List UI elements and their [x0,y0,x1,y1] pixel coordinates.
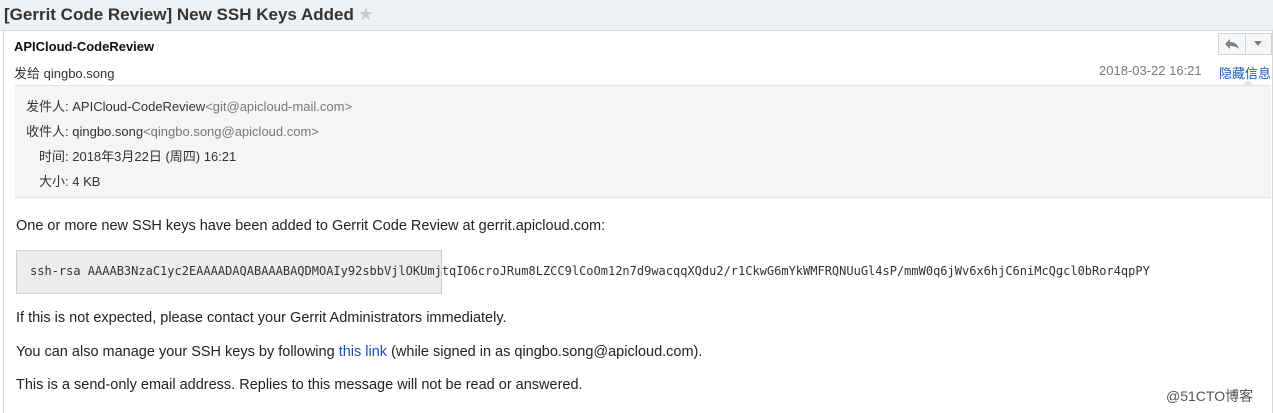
not-expected-paragraph: If this is not expected, please contact … [16,310,507,326]
size-label: 大小: [39,174,73,189]
ssh-key-text: ssh-rsa AAAAB3NzaC1yc2EAAAADAQABAAABAQDM… [30,264,1150,278]
size-row: 大小: 4 KB [39,171,100,190]
time-value: 2018年3月22日 (周四) 16:21 [72,149,237,164]
sent-datetime: 2018-03-22 16:21 [1099,63,1202,78]
message-toolbar [1218,33,1272,55]
reply-icon[interactable] [1219,34,1245,54]
star-icon[interactable]: ★ [358,4,374,24]
send-only-paragraph: This is a send-only email address. Repli… [16,377,583,393]
from-address: <git@apicloud-mail.com> [205,99,353,114]
to-address: <qingbo.song@apicloud.com> [143,124,319,139]
to-row: 收件人: qingbo.song<qingbo.song@apicloud.co… [26,121,319,140]
manage-suffix: (while signed in as qingbo.song@apicloud… [387,344,703,360]
manage-keys-link[interactable]: this link [339,344,387,360]
chevron-down-icon[interactable] [1244,34,1272,54]
subject-bar: [Gerrit Code Review] New SSH Keys Added ★ [0,0,1273,31]
sender-name[interactable]: APICloud-CodeReview [14,39,154,54]
time-label: 时间: [39,149,73,164]
size-value: 4 KB [72,174,101,189]
to-name[interactable]: qingbo.song [72,124,143,139]
watermark: @51CTO博客 [1166,388,1254,404]
subject-text: [Gerrit Code Review] New SSH Keys Added [4,5,354,24]
manage-prefix: You can also manage your SSH keys by fol… [16,344,339,360]
from-row: 发件人: APICloud-CodeReview<git@apicloud-ma… [26,96,352,115]
from-label: 发件人: [26,99,73,114]
recipient-summary: 发给 qingbo.song [14,66,115,81]
time-row: 时间: 2018年3月22日 (周四) 16:21 [39,146,236,165]
manage-keys-paragraph: You can also manage your SSH keys by fol… [16,344,702,360]
intro-paragraph: One or more new SSH keys have been added… [16,218,606,234]
email-subject: [Gerrit Code Review] New SSH Keys Added ★ [4,4,374,25]
to-label: 收件人: [26,124,73,139]
from-name[interactable]: APICloud-CodeReview [72,99,205,114]
